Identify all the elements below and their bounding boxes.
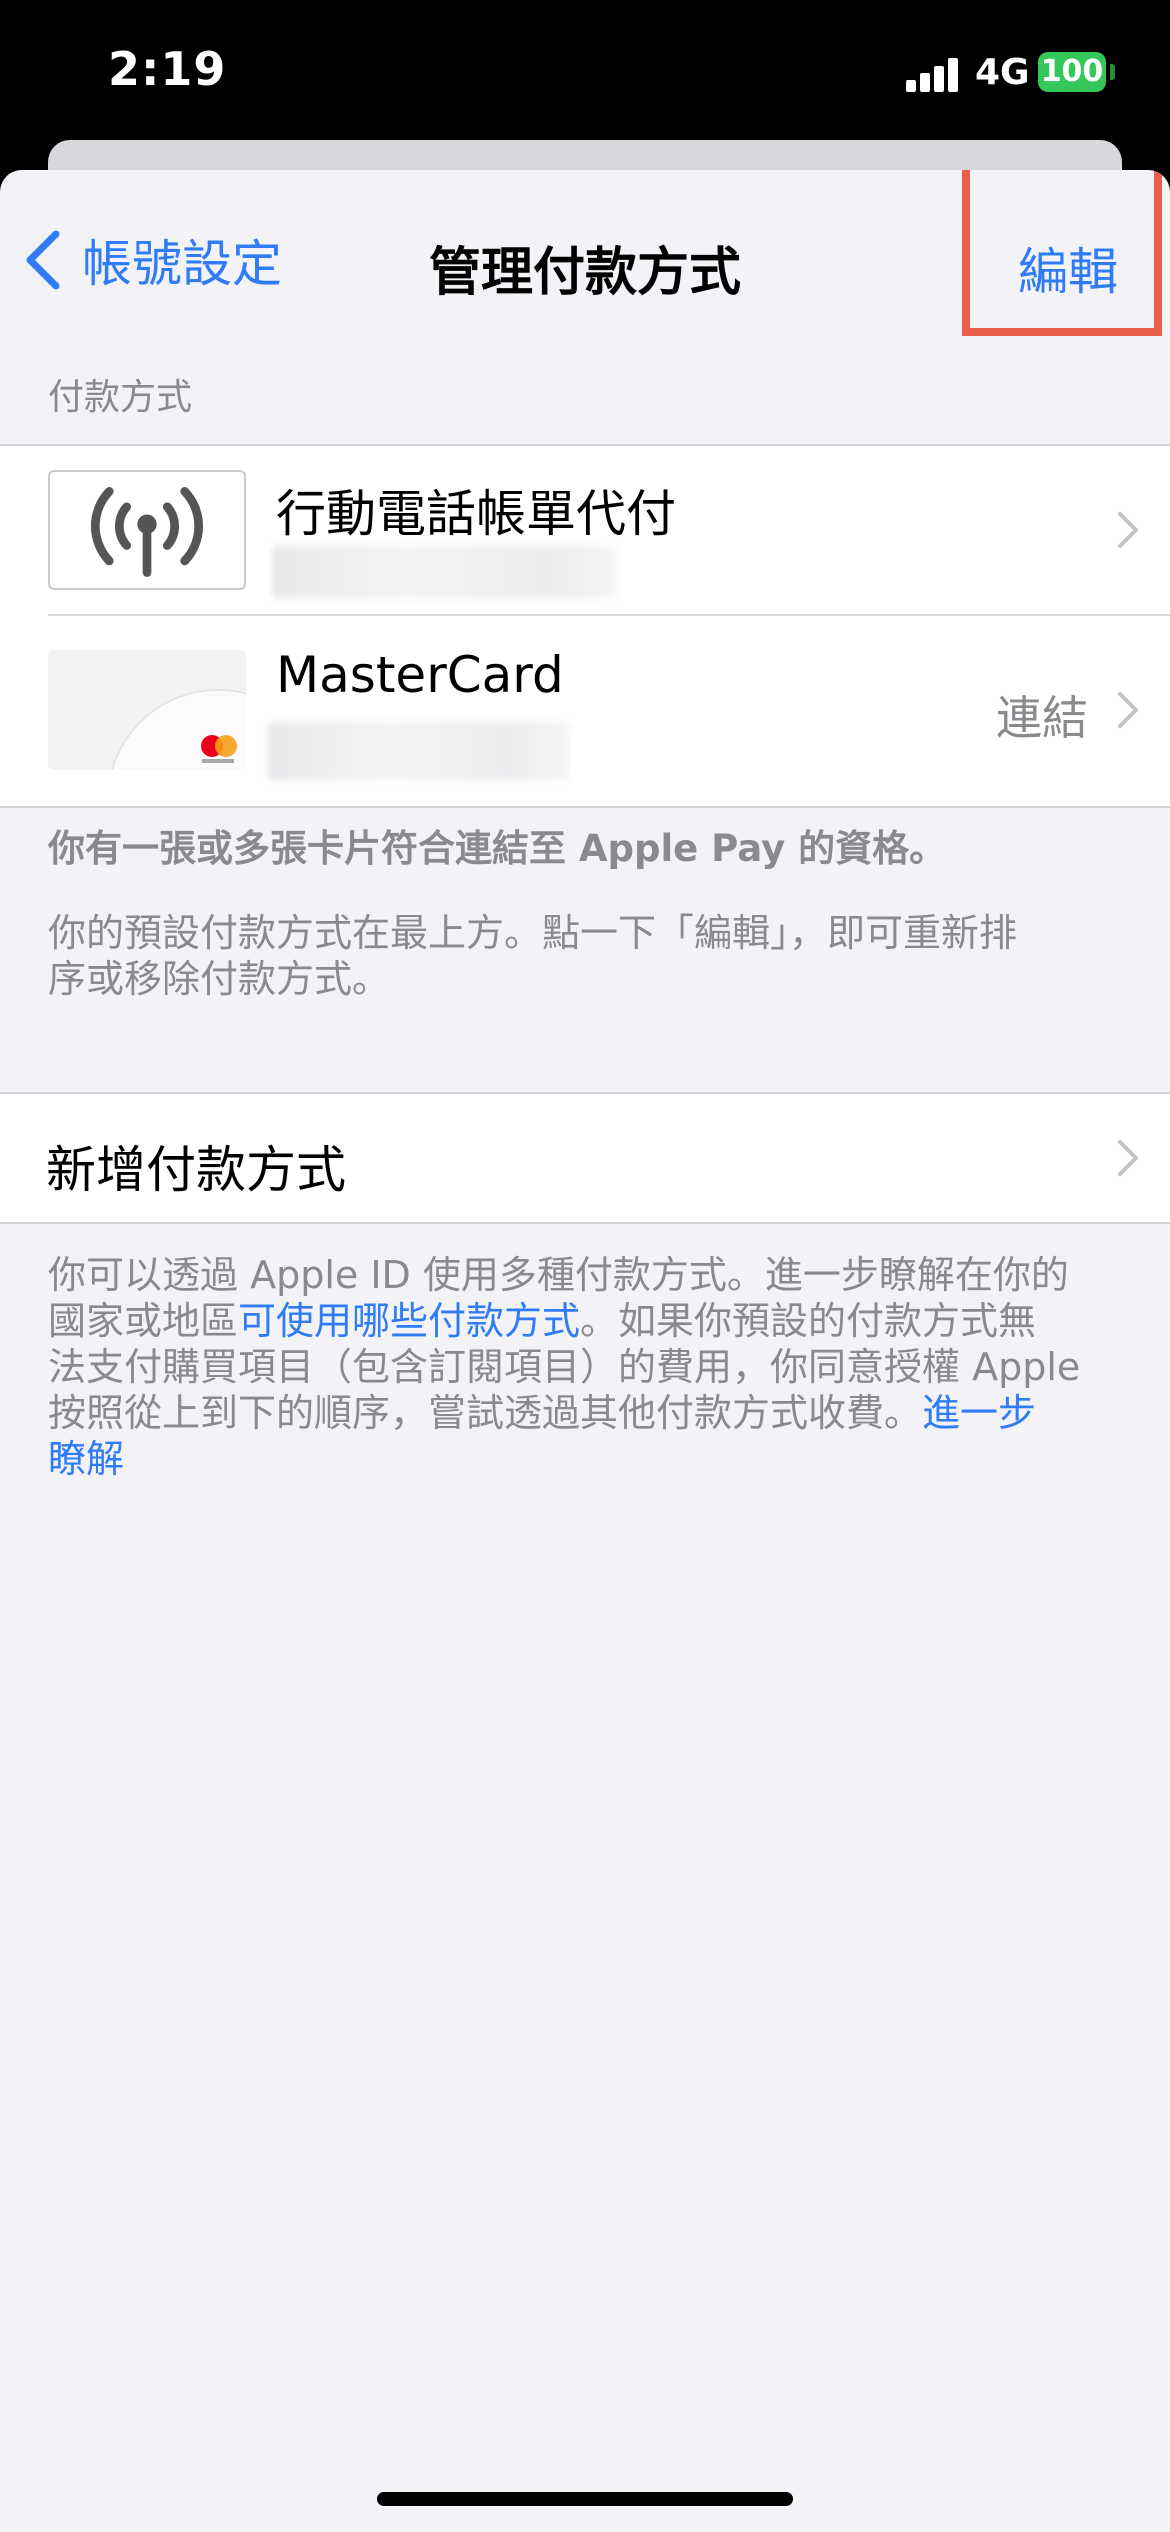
battery-icon: 100 bbox=[1038, 52, 1106, 92]
payment-row-mastercard[interactable]: MasterCard 連結 bbox=[0, 616, 1170, 806]
redacted-detail bbox=[272, 546, 616, 598]
chevron-right-icon bbox=[1118, 512, 1138, 548]
section-header-payment: 付款方式 bbox=[48, 377, 193, 418]
status-bar: 2:19 4G 100 bbox=[0, 0, 1170, 140]
info-line: 國家或地區可使用哪些付款方式。如果你預設的付款方式無 bbox=[48, 1298, 1118, 1344]
payment-methods-list: 行動電話帳單代付 MasterCard 連結 bbox=[0, 444, 1170, 808]
status-time: 2:19 bbox=[108, 42, 227, 96]
payment-title-mastercard: MasterCard bbox=[276, 646, 564, 704]
redacted-detail bbox=[268, 722, 570, 780]
chevron-right-icon bbox=[1118, 1140, 1138, 1176]
info-line: 法支付購買項目（包含訂閱項目）的費用，你同意授權 Apple bbox=[48, 1345, 1081, 1389]
apple-pay-eligibility-note: 你有一張或多張卡片符合連結至 Apple Pay 的資格。 bbox=[48, 827, 947, 870]
available-payment-methods-link[interactable]: 可使用哪些付款方式 bbox=[238, 1299, 580, 1343]
learn-more-link-cont[interactable]: 瞭解 bbox=[48, 1437, 124, 1481]
modal-sheet: 帳號設定 管理付款方式 編輯 付款方式 行動電話帳單代付 MasterCard … bbox=[0, 170, 1170, 2532]
info-text: 。如果你預設的付款方式無 bbox=[580, 1299, 1037, 1343]
mastercard-card-icon bbox=[48, 650, 246, 770]
signal-strength-icon bbox=[906, 58, 958, 92]
info-text: 國家或地區 bbox=[48, 1299, 239, 1343]
navigation-bar: 帳號設定 管理付款方式 編輯 bbox=[0, 170, 1170, 338]
payment-title-carrier: 行動電話帳單代付 bbox=[276, 485, 676, 543]
note-line: 序或移除付款方式。 bbox=[48, 957, 391, 1001]
home-indicator bbox=[377, 2492, 793, 2506]
add-payment-label: 新增付款方式 bbox=[46, 1141, 346, 1199]
add-payment-row[interactable]: 新增付款方式 bbox=[0, 1092, 1170, 1224]
battery-tip bbox=[1110, 64, 1115, 80]
network-type: 4G bbox=[975, 52, 1030, 93]
chevron-right-icon bbox=[1118, 692, 1138, 728]
learn-more-link[interactable]: 進一步 bbox=[922, 1391, 1036, 1435]
payment-info-paragraph: 你可以透過 Apple ID 使用多種付款方式。進一步瞭解在你的 國家或地區可使… bbox=[48, 1252, 1118, 1482]
default-payment-note: 你的預設付款方式在最上方。點一下「編輯」，即可重新排 序或移除付款方式。 bbox=[48, 910, 1118, 1002]
info-text: 按照從上到下的順序，嘗試透過其他付款方式收費。 bbox=[48, 1391, 923, 1435]
cellular-antenna-icon bbox=[48, 470, 246, 590]
info-line: 你可以透過 Apple ID 使用多種付款方式。進一步瞭解在你的 bbox=[48, 1253, 1069, 1297]
info-line: 瞭解 bbox=[48, 1436, 1118, 1482]
annotation-highlight-box bbox=[962, 170, 1162, 336]
note-line: 你的預設付款方式在最上方。點一下「編輯」，即可重新排 bbox=[48, 911, 1018, 955]
info-line: 按照從上到下的順序，嘗試透過其他付款方式收費。進一步 bbox=[48, 1390, 1118, 1436]
link-apple-pay-label[interactable]: 連結 bbox=[996, 682, 1088, 748]
payment-row-carrier[interactable]: 行動電話帳單代付 bbox=[0, 446, 1170, 616]
